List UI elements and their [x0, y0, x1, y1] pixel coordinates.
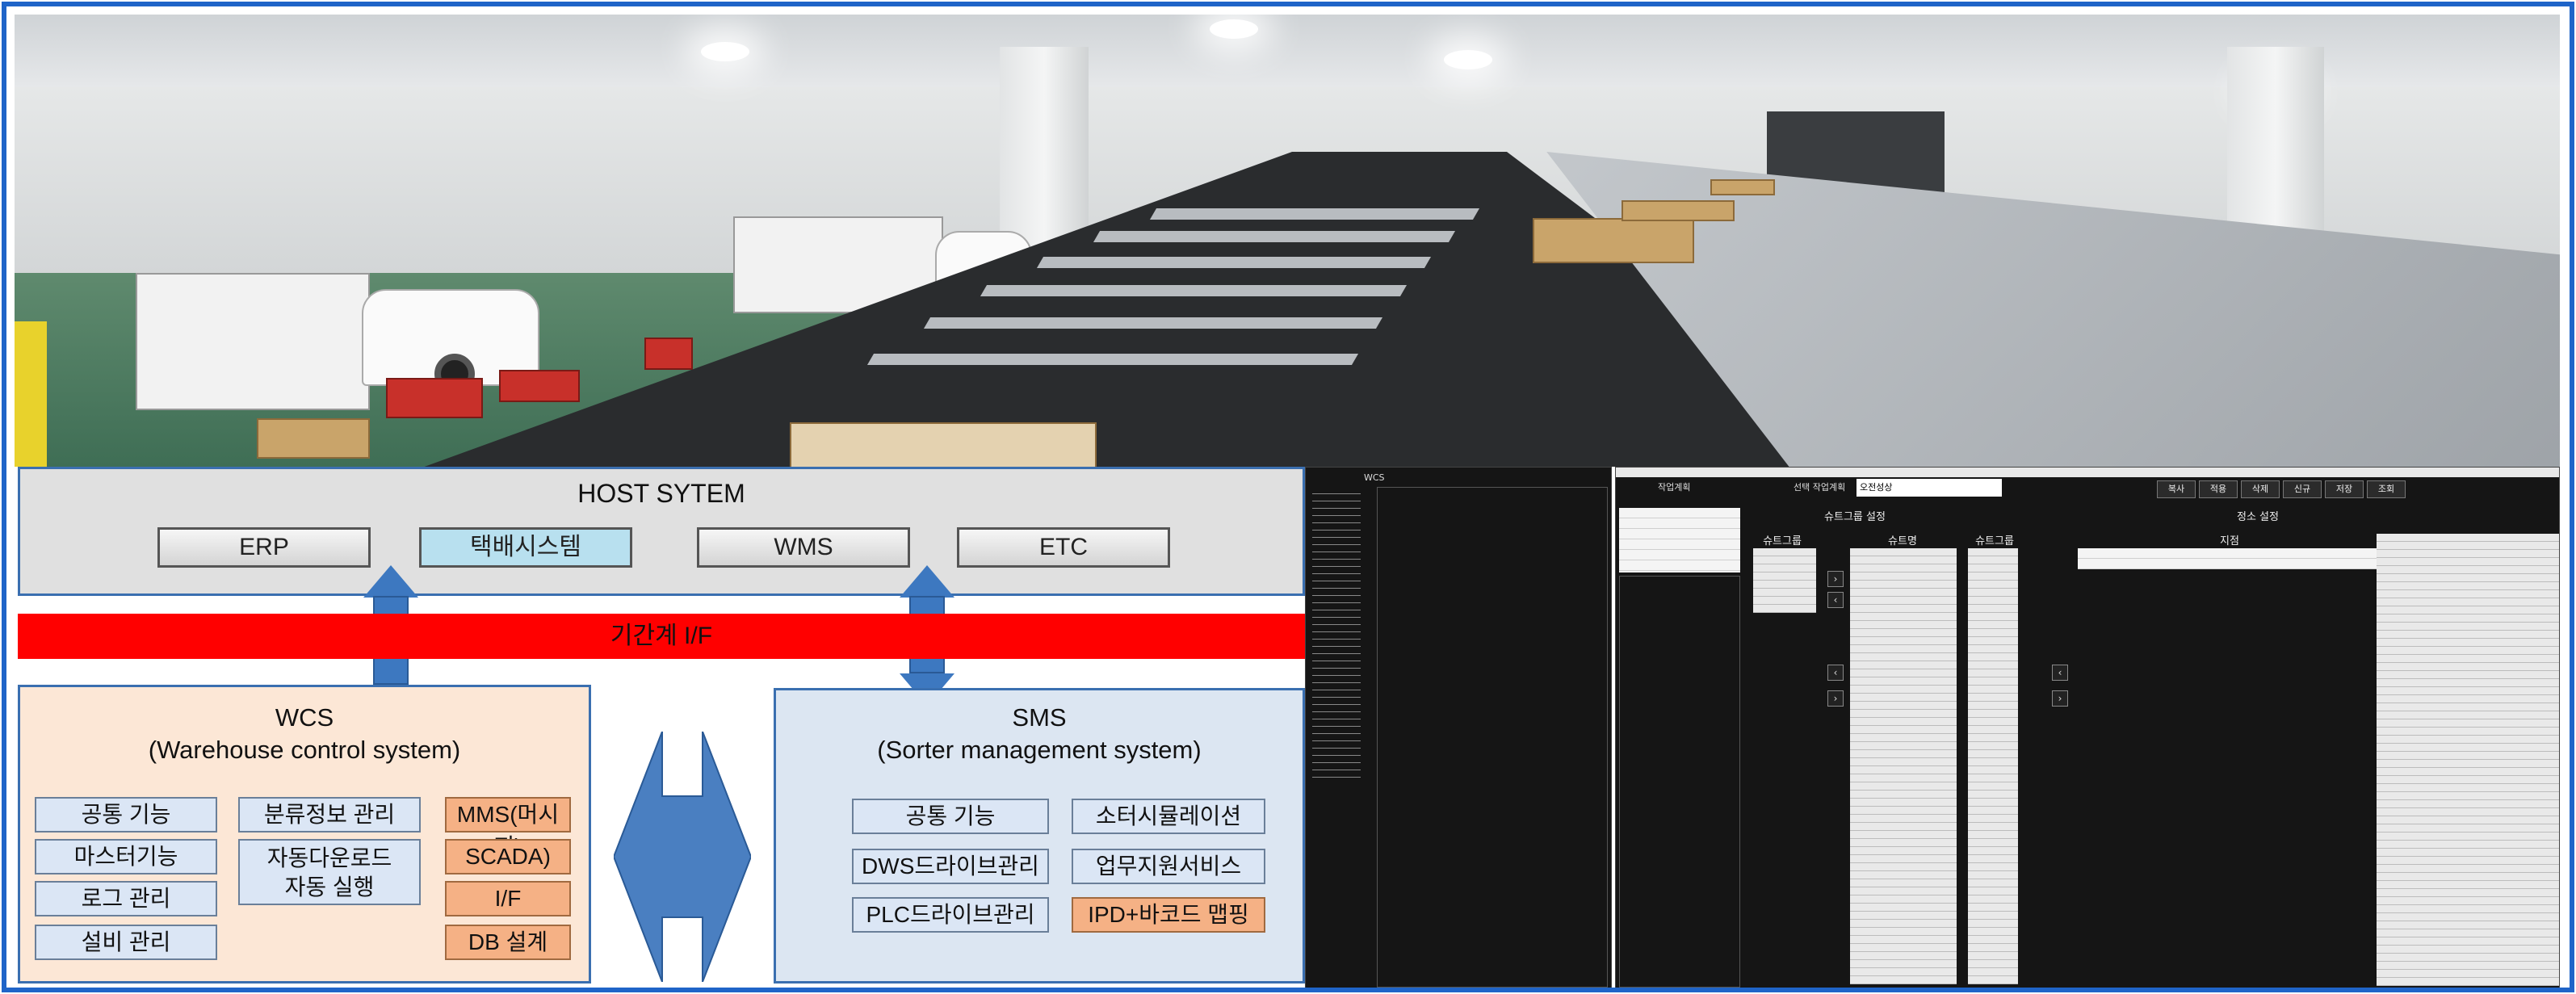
sorter-conveyor-photo — [15, 15, 2560, 467]
ceiling-light — [1444, 50, 1492, 69]
conveyor-slat — [923, 317, 1383, 329]
wcs-common-function: 공통 기능 — [35, 797, 217, 833]
chute-group-grid[interactable] — [1968, 548, 2018, 984]
wcs-if: I/F — [445, 881, 571, 916]
move-left-button-2[interactable]: ‹ — [1827, 665, 1844, 681]
ceiling-light — [701, 42, 749, 61]
wcs-software-screenshot: WCS — [1305, 467, 1612, 988]
wcs-content-area — [1377, 487, 1608, 988]
chute-name-grid[interactable] — [1850, 548, 1957, 984]
red-crate — [386, 378, 483, 418]
apply-button[interactable]: 적용 — [2199, 480, 2238, 498]
conveyor-slat — [1036, 257, 1432, 268]
wcs-mms: MMS(머시지) — [445, 797, 571, 859]
wcs-screen-title: WCS — [1364, 472, 1385, 483]
work-plan-empty-area — [1619, 576, 1740, 988]
new-button[interactable]: 신규 — [2283, 480, 2322, 498]
host-system-panel: HOST SYTEM ERP 택배시스템 WMS ETC — [18, 467, 1305, 596]
move-left-button-3[interactable]: ‹ — [2052, 665, 2068, 681]
delete-button[interactable]: 삭제 — [2241, 480, 2280, 498]
search-button[interactable]: 조회 — [2367, 480, 2406, 498]
yellow-barrier — [15, 321, 47, 467]
move-left-button[interactable]: ‹ — [1827, 592, 1844, 608]
host-etc: ETC — [957, 527, 1170, 568]
chute-group-header-2: 슈트그룹 — [1975, 535, 2014, 547]
sms-subtitle: (Sorter management system) — [877, 736, 1202, 764]
sms-ipd-barcode-mapping: IPD+바코드 맵핑 — [1072, 897, 1265, 933]
wcs-auto-download-line2: 자동 실행 — [284, 874, 375, 900]
conveyor-slat — [1093, 231, 1456, 242]
wcs-db-design: DB 설계 — [445, 925, 571, 960]
wcs-title: WCS — [275, 703, 334, 732]
selected-plan-label: 선택 작업계획 — [1794, 482, 1846, 493]
sms-common-function: 공통 기능 — [852, 799, 1049, 834]
wcs-equipment-management: 설비 관리 — [35, 925, 217, 960]
destination-detail-grid[interactable] — [2377, 534, 2559, 986]
wcs-menu-tree — [1312, 487, 1361, 778]
destination-grid[interactable] — [2078, 548, 2385, 569]
sms-arrow-head-up — [900, 565, 954, 598]
parcel-on-conveyor — [790, 422, 1097, 467]
parcel-box — [257, 418, 370, 459]
host-system-title: HOST SYTEM — [577, 479, 745, 508]
sms-dws-drive: DWS드라이브관리 — [852, 849, 1049, 884]
selected-plan-input[interactable]: 오전성상 — [1856, 479, 2002, 497]
chute-name-header: 슈트명 — [1888, 535, 1917, 547]
wcs-subtitle: (Warehouse control system) — [148, 736, 461, 764]
work-plan-grid[interactable] — [1619, 508, 1740, 572]
sms-plc-drive: PLC드라이브관리 — [852, 897, 1049, 933]
conveyor-slat — [980, 285, 1408, 296]
wcs-scada: SCADA) — [445, 839, 571, 874]
screen-tab-strip — [1616, 468, 2559, 477]
save-button[interactable]: 저장 — [2325, 480, 2364, 498]
parcel-on-conveyor — [1622, 200, 1735, 221]
destination-setting-header: 정소 설정 — [2237, 511, 2279, 523]
parcel-on-conveyor — [1533, 218, 1694, 263]
conveyor-slat — [866, 354, 1359, 365]
work-plan-label: 작업계획 — [1658, 482, 1691, 493]
interface-band: 기간계 I/F — [18, 614, 1305, 659]
sms-panel: SMS (Sorter management system) 공통 기능 DWS… — [774, 688, 1305, 984]
host-wms: WMS — [697, 527, 910, 568]
destination-header: 지점 — [2220, 535, 2239, 547]
sms-sorter-simulation: 소터시뮬레이션 — [1072, 799, 1265, 834]
wcs-sms-double-arrow — [614, 732, 751, 982]
wcs-panel: WCS (Warehouse control system) 공통 기능 마스터… — [18, 685, 591, 984]
chute-group-setting-header: 슈트그룹 설정 — [1824, 511, 1886, 523]
ceiling-light — [1210, 19, 1258, 39]
sms-business-support: 업무지원서비스 — [1072, 849, 1265, 884]
wcs-master-function: 마스터기능 — [35, 839, 217, 874]
delivery-truck-box — [136, 273, 370, 410]
wcs-auto-download: 자동다운로드 자동 실행 — [238, 839, 421, 905]
wcs-auto-download-line1: 자동다운로드 — [266, 845, 392, 870]
warehouse-ceiling — [15, 15, 2560, 87]
conveyor-slat — [1149, 208, 1480, 220]
wcs-sort-info-management: 분류정보 관리 — [238, 797, 421, 833]
parcel-on-conveyor — [1710, 179, 1775, 195]
move-right-button-2[interactable]: › — [1827, 690, 1844, 707]
host-parcel-system: 택배시스템 — [419, 527, 632, 568]
host-erp: ERP — [157, 527, 371, 568]
wcs-arrow-head-up — [363, 565, 418, 598]
figure-frame: HOST SYTEM ERP 택배시스템 WMS ETC 기간계 I/F WCS… — [2, 2, 2574, 992]
wcs-log-management: 로그 관리 — [35, 881, 217, 916]
copy-button[interactable]: 복사 — [2157, 480, 2196, 498]
chute-group-list[interactable] — [1753, 548, 1816, 613]
red-crate — [644, 338, 693, 370]
red-crate — [499, 370, 580, 402]
move-right-button-3[interactable]: › — [2052, 690, 2068, 707]
sms-title: SMS — [1012, 703, 1067, 732]
sms-software-screenshot: 작업계획 선택 작업계획 오전성상 복사 적용 삭제 신규 저장 조회 슈트그룹… — [1615, 467, 2560, 988]
chute-group-header: 슈트그룹 — [1763, 535, 1802, 547]
move-right-button[interactable]: › — [1827, 571, 1844, 587]
